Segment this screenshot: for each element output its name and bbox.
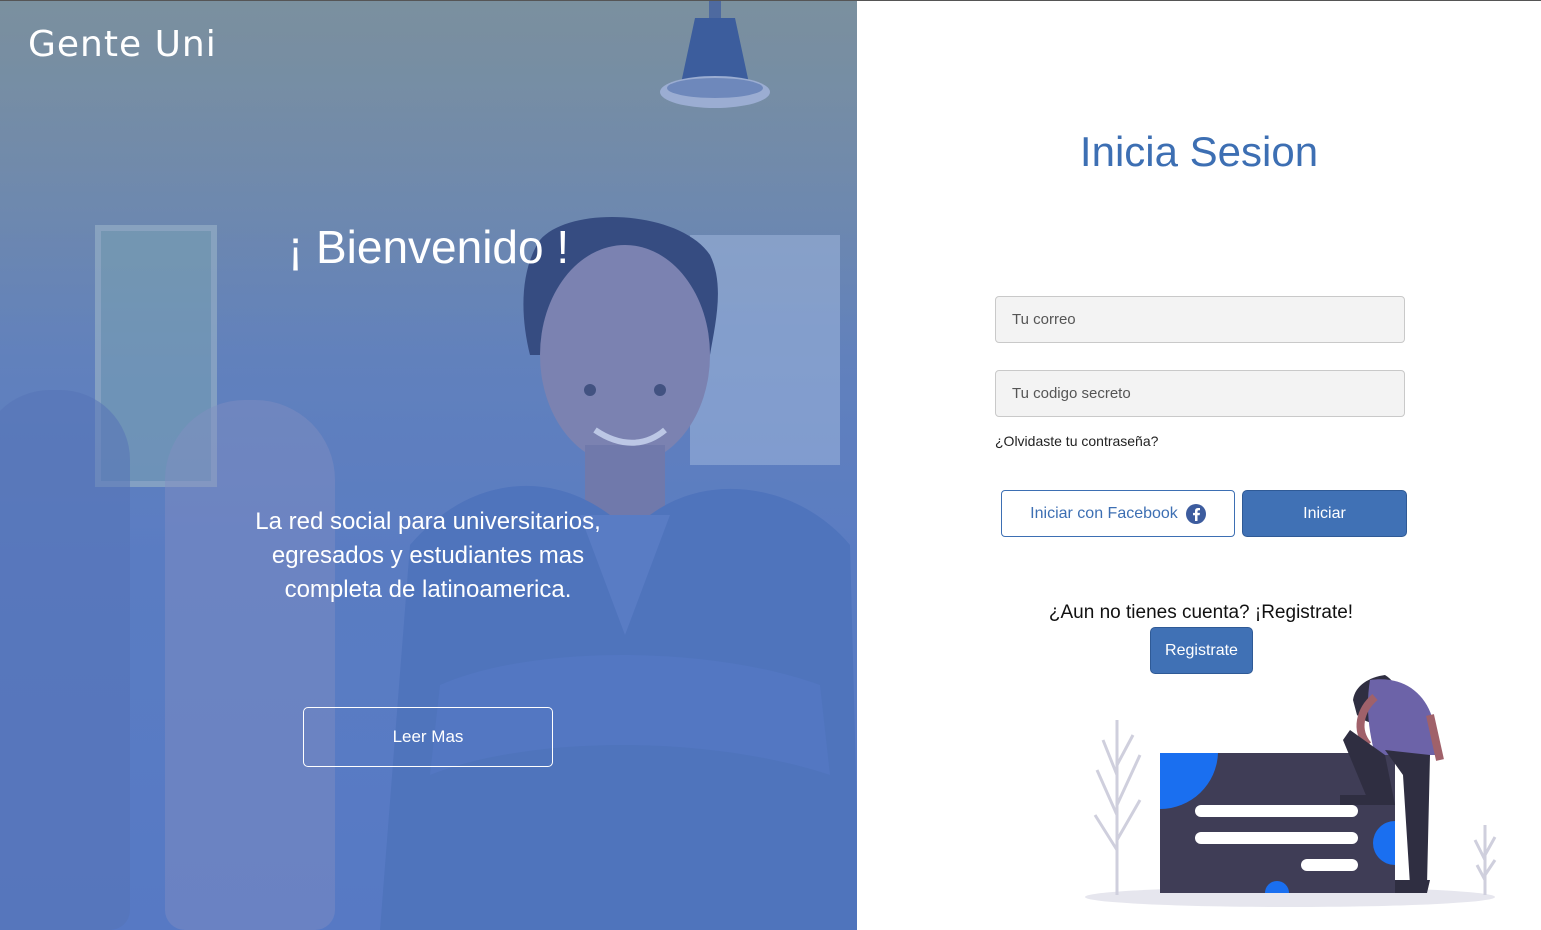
top-border <box>0 0 1541 1</box>
hero-tagline: La red social para universitarios, egres… <box>255 508 601 603</box>
hero-blue-overlay <box>0 0 857 930</box>
login-title: Inicia Sesion <box>1079 128 1319 175</box>
login-submit-button[interactable]: Iniciar <box>1242 490 1407 537</box>
facebook-login-label: Iniciar con Facebook <box>1030 504 1178 522</box>
facebook-icon <box>1185 503 1206 524</box>
no-account-text: ¿Aun no tienes cuenta? ¡Registrate! <box>1048 602 1354 623</box>
thinking-person-illustration <box>1085 675 1497 907</box>
read-more-button[interactable]: Leer Mas <box>303 707 553 767</box>
email-field[interactable] <box>995 296 1405 343</box>
facebook-login-button[interactable]: Iniciar con Facebook <box>1001 490 1235 537</box>
hero-panel: Gente Uni ¡ Bienvenido ! La red social p… <box>0 0 857 930</box>
password-field[interactable] <box>995 370 1405 417</box>
forgot-password-link[interactable]: ¿Olvidaste tu contraseña? <box>995 433 1158 449</box>
welcome-heading: ¡ Bienvenido ! <box>287 221 570 273</box>
brand-logo[interactable]: Gente Uni <box>28 24 217 65</box>
